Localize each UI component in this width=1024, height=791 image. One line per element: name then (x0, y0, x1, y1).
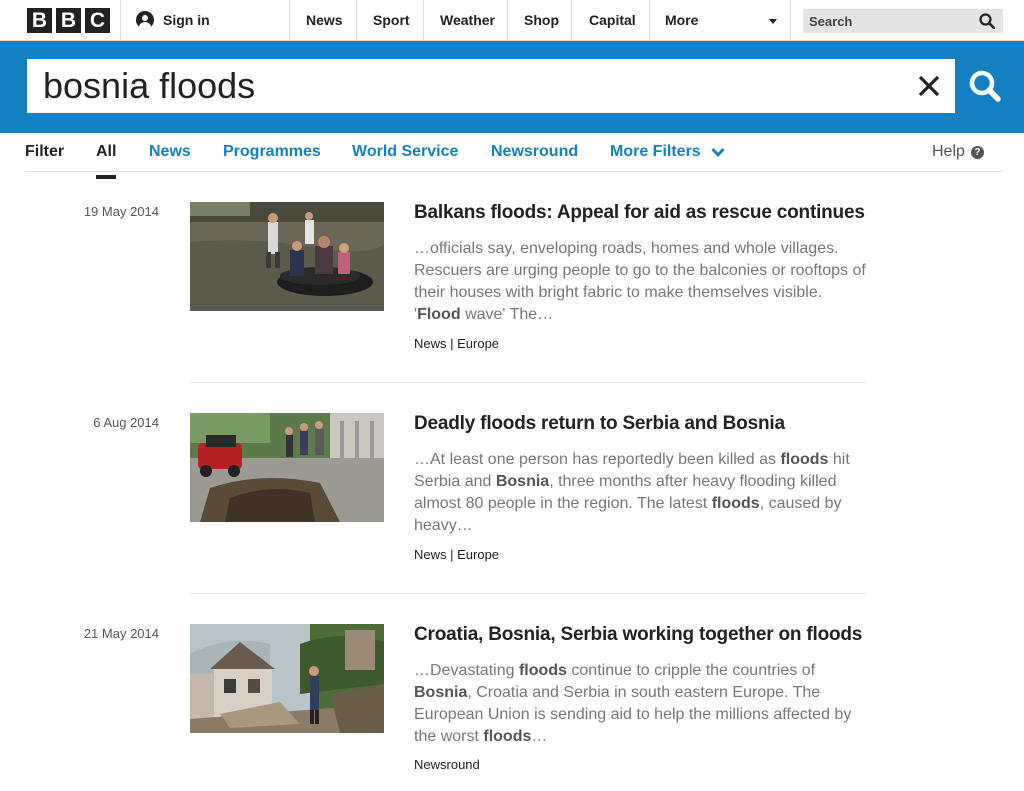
chevron-down-icon[interactable] (711, 147, 725, 157)
divider (120, 0, 121, 40)
snippet-highlight: floods (518, 662, 567, 679)
flood-dinghy-image (190, 202, 384, 311)
snippet-text: wave' The… (465, 306, 554, 323)
divider (571, 0, 572, 40)
help-link[interactable]: Help ? (932, 143, 984, 161)
help-label: Help (932, 143, 965, 160)
result-thumbnail[interactable] (190, 413, 384, 522)
tab-all[interactable]: All (96, 143, 117, 179)
snippet-text: …Devastating (414, 662, 515, 679)
tab-news[interactable]: News (149, 143, 191, 161)
logo-letter-b2: B (56, 8, 81, 33)
collapsed-road-image (190, 413, 384, 522)
result-title-link[interactable]: Deadly floods return to Serbia and Bosni… (414, 413, 874, 435)
snippet-highlight: Flood (417, 306, 461, 323)
filter-bar: Filter All News Programmes World Service… (25, 133, 1003, 179)
question-icon: ? (970, 145, 984, 159)
result-divider (190, 382, 867, 383)
divider (507, 0, 508, 40)
result-snippet: …Devastating floods continue to cripple … (414, 660, 869, 748)
snippet-highlight: Bosnia (495, 473, 550, 490)
search-band (0, 41, 1024, 133)
snippet-highlight: floods (483, 728, 532, 745)
main-search-input[interactable] (27, 59, 907, 113)
tab-more-filters[interactable]: More Filters (610, 143, 701, 161)
tab-newsround[interactable]: Newsround (491, 143, 578, 161)
main-search-box (27, 59, 955, 113)
result-date: 19 May 2014 (83, 204, 159, 219)
result-section: News | Europe (414, 547, 500, 562)
result-title-link[interactable]: Croatia, Bosnia, Serbia working together… (414, 624, 874, 646)
top-navigation-bar: B B C Sign in News Sport Weather Shop Ca… (0, 0, 1024, 41)
result-date: 21 May 2014 (83, 626, 159, 641)
nav-weather[interactable]: Weather (440, 0, 495, 40)
damaged-house-image (190, 624, 384, 733)
top-search-input[interactable] (803, 9, 973, 33)
result-section: News | Europe (414, 336, 500, 351)
nav-more[interactable]: More (665, 0, 698, 40)
result-section: Newsround (414, 757, 480, 772)
user-icon (136, 11, 154, 29)
snippet-text: … (531, 728, 548, 745)
snippet-text: , Croatia and Serbia in south eastern Eu… (414, 684, 852, 745)
divider (423, 0, 424, 40)
sign-in-link[interactable]: Sign in (136, 0, 210, 40)
logo-letter-b1: B (27, 8, 52, 33)
nav-sport[interactable]: Sport (373, 0, 410, 40)
snippet-highlight: Bosnia (414, 684, 468, 701)
logo-letter-c: C (85, 8, 110, 33)
top-search-box (803, 9, 1003, 33)
sign-in-label: Sign in (163, 12, 210, 28)
result-divider (190, 593, 867, 594)
result-snippet: …At least one person has reportedly been… (414, 449, 869, 537)
result-snippet: …officials say, enveloping roads, homes … (414, 238, 869, 326)
divider (289, 0, 290, 40)
result-thumbnail[interactable] (190, 624, 384, 733)
divider (649, 0, 650, 40)
snippet-highlight: floods (780, 451, 829, 468)
snippet-highlight: floods (711, 495, 760, 512)
result-title-link[interactable]: Balkans floods: Appeal for aid as rescue… (414, 202, 874, 224)
filter-label: Filter (25, 143, 65, 160)
result-thumbnail[interactable] (190, 202, 384, 311)
snippet-text: continue to cripple the countries of (571, 662, 816, 679)
snippet-text: …At least one person has reportedly been… (414, 451, 776, 468)
clear-search-icon[interactable] (917, 74, 941, 98)
bbc-logo[interactable]: B B C (27, 8, 110, 33)
divider (356, 0, 357, 40)
tab-programmes[interactable]: Programmes (223, 143, 321, 161)
search-icon[interactable] (979, 13, 995, 29)
nav-shop[interactable]: Shop (524, 0, 559, 40)
tab-world-service[interactable]: World Service (352, 143, 458, 161)
result-date: 6 Aug 2014 (93, 415, 159, 430)
search-submit-icon[interactable] (960, 65, 1012, 109)
divider (790, 0, 791, 40)
caret-down-icon[interactable] (769, 19, 777, 24)
nav-news[interactable]: News (306, 0, 343, 40)
nav-capital[interactable]: Capital (589, 0, 636, 40)
